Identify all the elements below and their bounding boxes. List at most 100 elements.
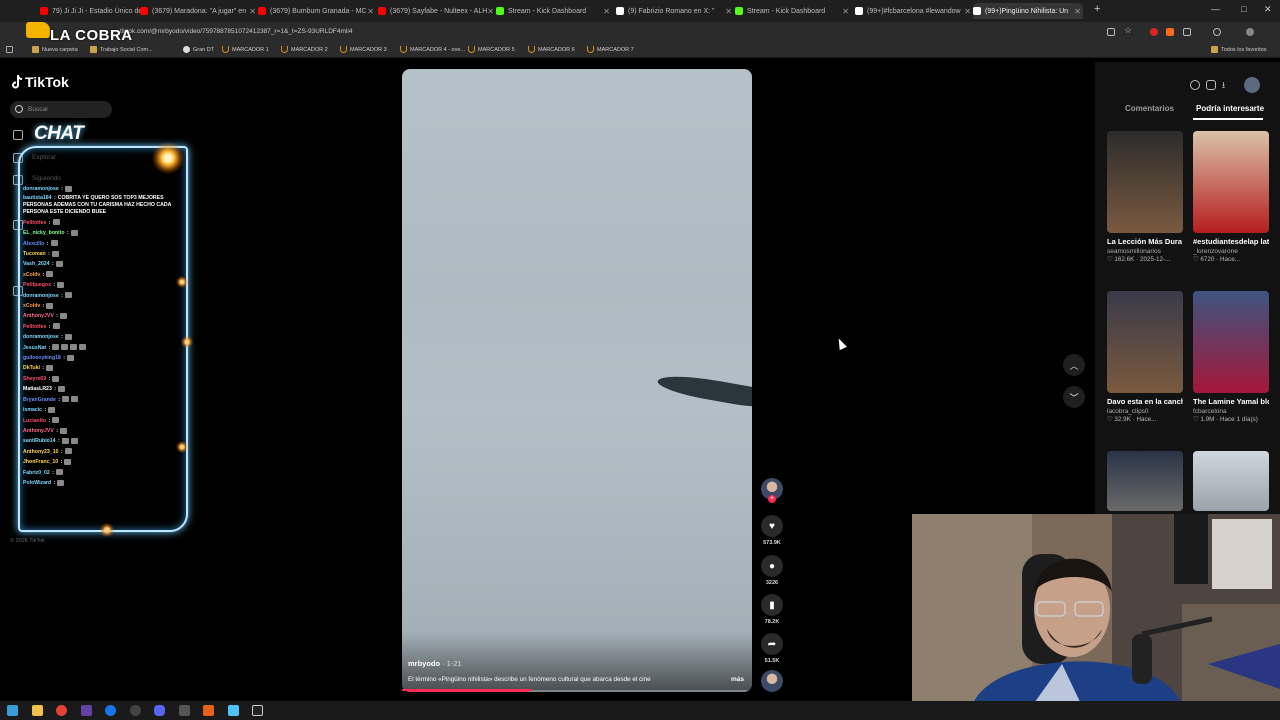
app-icon[interactable] <box>81 705 92 716</box>
tab-close-icon[interactable]: ✕ <box>487 7 494 16</box>
download-icon[interactable] <box>1213 28 1221 36</box>
browser-tab[interactable]: (9) Fabrizio Romano en X: " ✕ <box>616 3 734 19</box>
browser-tab[interactable]: Stream - Kick Dashboard ✕ <box>735 3 851 19</box>
user-avatar[interactable] <box>1244 77 1260 93</box>
bookmark-item[interactable]: MARCADOR 5 <box>468 46 515 53</box>
discord-icon[interactable] <box>154 705 165 716</box>
browser-tab[interactable]: 79) Ji Ji Ji - Estadio Único de✕ <box>40 3 150 19</box>
tab-comments[interactable]: Comentarios <box>1125 104 1174 113</box>
card-title[interactable]: Davo esta en la cancha . . .... <box>1107 396 1183 407</box>
card-author[interactable]: seamosmillonarios <box>1107 248 1183 255</box>
recommended-video-card[interactable]: #estudiantesdelap lata #bocajunior..._lo… <box>1193 131 1269 263</box>
profile-avatar[interactable] <box>1246 28 1254 36</box>
bookmark-item[interactable]: MARCADOR 3 <box>340 46 387 53</box>
tab-close-icon[interactable]: ✕ <box>842 7 849 16</box>
bookmark-item[interactable]: MARCADOR 4 - ove... <box>400 46 465 53</box>
tab-close-icon[interactable]: ✕ <box>603 7 610 16</box>
bookmark-item[interactable]: MARCADOR 7 <box>587 46 634 53</box>
tab-close-icon[interactable]: ✕ <box>964 7 971 16</box>
card-author[interactable]: lacobra_clips0 <box>1107 408 1183 415</box>
tab-close-icon[interactable]: ✕ <box>249 7 256 16</box>
video-thumbnail[interactable] <box>1193 131 1269 233</box>
tab-close-icon[interactable]: ✕ <box>1074 7 1081 16</box>
recommended-video-card[interactable] <box>1107 451 1183 516</box>
recommended-video-card[interactable]: La Lección Más Dura Que...seamosmillonar… <box>1107 131 1183 263</box>
cast-icon[interactable] <box>1107 28 1115 36</box>
windows-start-icon[interactable] <box>7 705 18 716</box>
tab-podria-interesarte[interactable]: Podría interesarte <box>1196 104 1264 113</box>
recommended-video-card[interactable]: Davo esta en la cancha . . ....lacobra_c… <box>1107 291 1183 423</box>
video-thumbnail[interactable] <box>1107 291 1183 393</box>
extension-record-icon[interactable] <box>1150 28 1158 36</box>
url-field[interactable]: tiktok.com/@mrbyodo/video/75978878510724… <box>120 28 352 35</box>
video-thumbnail[interactable] <box>1107 131 1183 233</box>
browser-tab[interactable]: Stream - Kick Dashboard ✕ <box>496 3 612 19</box>
recommended-video-card[interactable] <box>1193 451 1269 516</box>
browser-tab[interactable]: (3679) Maradona: "A jugar" en ✕ <box>140 3 258 19</box>
video-thumbnail[interactable] <box>1107 451 1183 511</box>
all-favorites-folder[interactable]: Todos los favoritos <box>1211 46 1267 53</box>
video-player[interactable]: mrbyodo · 1-21 El término «Pingüino nihil… <box>402 69 752 692</box>
card-title[interactable]: La Lección Más Dura Que... <box>1107 236 1183 247</box>
star-icon[interactable]: ☆ <box>1124 25 1132 35</box>
emote-icon <box>52 417 60 424</box>
app-icon[interactable] <box>105 705 116 716</box>
mobile-icon[interactable] <box>1206 80 1216 90</box>
new-tab-button[interactable]: + <box>1094 3 1100 15</box>
obs-icon[interactable] <box>130 705 141 716</box>
search-input[interactable]: Buscar <box>10 101 112 118</box>
browser-tab[interactable]: (99+)Pingüino Nihilista: Un ✕ <box>973 3 1083 19</box>
bookmark-icon[interactable]: ▮ <box>761 594 783 616</box>
heart-icon[interactable]: ♥ <box>761 515 783 537</box>
file-explorer-icon[interactable] <box>32 705 43 716</box>
video-author-name[interactable]: mrbyodo <box>408 659 440 668</box>
bookmark-item[interactable]: MARCADOR 1 <box>222 46 269 53</box>
browser-tab[interactable]: (3679) Sayfabe - Nulteex - ALH ✕ <box>378 3 496 19</box>
nav-siguiendo-label[interactable]: Siguiendo <box>32 175 61 182</box>
app-icon[interactable] <box>203 705 214 716</box>
comment-action[interactable]: ● 3226 <box>759 555 785 586</box>
minimize-icon[interactable]: — <box>1211 4 1220 14</box>
app-icon[interactable] <box>179 705 190 716</box>
caption-more-link[interactable]: más <box>731 676 744 683</box>
close-window-icon[interactable]: ✕ <box>1264 4 1272 15</box>
chevron-down-icon[interactable]: ﹀ <box>1063 386 1085 408</box>
card-author[interactable]: _lorenzovarone <box>1193 248 1269 255</box>
chrome-icon[interactable] <box>56 705 67 716</box>
video-thumbnail[interactable] <box>1193 291 1269 393</box>
bookmark-item[interactable]: MARCADOR 2 <box>281 46 328 53</box>
video-author[interactable]: mrbyodo · 1-21 <box>408 659 462 668</box>
bookmark-item[interactable]: Gran DT <box>183 46 214 53</box>
like-action[interactable]: ♥ 573.9K <box>759 515 785 546</box>
settings-icon[interactable] <box>1190 80 1200 90</box>
card-title[interactable]: The Lamine Yamal bloopers you... <box>1193 396 1269 407</box>
bookmark-item[interactable]: Trabajo Social Com... <box>90 46 153 53</box>
tab-close-icon[interactable]: ✕ <box>725 7 732 16</box>
bookmark-item[interactable]: Nueva carpeta <box>32 46 78 53</box>
maximize-icon[interactable]: □ <box>1241 4 1246 14</box>
share-arrow-icon[interactable]: ➦ <box>761 633 783 655</box>
share-action[interactable]: ➦ 51.5K <box>759 633 785 664</box>
follow-plus-icon[interactable]: + <box>768 495 776 503</box>
comment-icon[interactable]: ● <box>761 555 783 577</box>
app-icon[interactable] <box>252 705 263 716</box>
nav-explorar-label[interactable]: Explorar <box>32 154 56 161</box>
browser-tab[interactable]: (3679) Bumbum Granada - MC ✕ <box>258 3 376 19</box>
tiktok-logo[interactable]: TikTok <box>12 74 69 90</box>
extensions-puzzle-icon[interactable] <box>1183 28 1191 36</box>
save-action[interactable]: ▮ 78.2K <box>759 594 785 625</box>
download-icon[interactable]: ⭳ <box>1222 78 1232 90</box>
card-author[interactable]: fcbarcelona <box>1193 408 1269 415</box>
chevron-up-icon[interactable]: ︿ <box>1063 354 1085 376</box>
home-icon[interactable] <box>13 130 23 140</box>
card-title[interactable]: #estudiantesdelap lata #bocajunior... <box>1193 236 1269 247</box>
recommended-video-card[interactable]: The Lamine Yamal bloopers you...fcbarcel… <box>1193 291 1269 423</box>
extension-icon[interactable] <box>1166 28 1174 36</box>
tab-close-icon[interactable]: ✕ <box>367 7 374 16</box>
app-icon[interactable] <box>228 705 239 716</box>
apps-grid-icon[interactable] <box>6 46 16 53</box>
video-thumbnail[interactable] <box>1193 451 1269 511</box>
sound-disc-icon[interactable] <box>761 670 783 692</box>
bookmark-item[interactable]: MARCADOR 6 <box>528 46 575 53</box>
browser-tab[interactable]: (99+)#fcbarcelona #lewandow ✕ <box>855 3 973 19</box>
